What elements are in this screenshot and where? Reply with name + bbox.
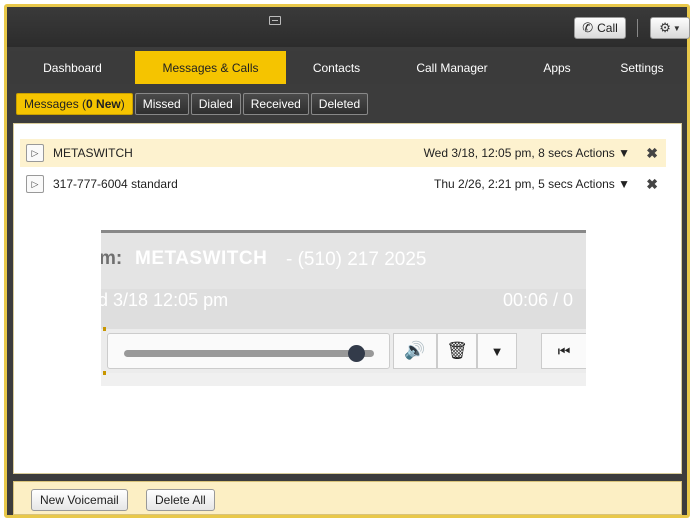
delete-icon[interactable]: ✖ bbox=[646, 176, 658, 193]
main-nav: Dashboard Messages & Calls Contacts Call… bbox=[10, 51, 687, 84]
gear-icon: ⚙ bbox=[659, 20, 671, 35]
footer-bar: New Voicemail Delete All bbox=[13, 481, 682, 515]
call-button[interactable]: ✆ Call bbox=[574, 17, 626, 39]
scrubber[interactable] bbox=[107, 333, 390, 369]
toolbar-divider bbox=[637, 19, 638, 37]
chevron-down-icon: ▼ bbox=[672, 23, 681, 33]
nav-settings[interactable]: Settings bbox=[597, 51, 687, 84]
message-date: Thu 2/26, 2:21 pm, 5 secs bbox=[434, 177, 573, 191]
nav-messages-calls[interactable]: Messages & Calls bbox=[135, 51, 286, 84]
nav-dashboard[interactable]: Dashboard bbox=[10, 51, 135, 84]
scrub-track[interactable] bbox=[124, 350, 374, 357]
list-item[interactable]: ▷ 317-777-6004 standard Thu 2/26, 2:21 p… bbox=[20, 170, 666, 198]
call-button-label: Call bbox=[597, 21, 618, 35]
scrub-handle[interactable] bbox=[348, 345, 365, 362]
trash-icon: 🗑 bbox=[446, 341, 468, 360]
actions-menu[interactable]: Actions ▼ bbox=[575, 177, 630, 191]
playback-time: 00:06 / 0 bbox=[503, 290, 574, 310]
delete-icon[interactable]: ✖ bbox=[646, 145, 658, 162]
volume-icon: 🔊 bbox=[404, 341, 426, 360]
tab-dialed[interactable]: Dialed bbox=[190, 93, 241, 115]
message-caller: METASWITCH bbox=[53, 146, 133, 160]
tab-received[interactable]: Received bbox=[242, 93, 309, 115]
caret-down-icon: ▼ bbox=[490, 343, 504, 359]
nav-call-manager[interactable]: Call Manager bbox=[387, 51, 517, 84]
window-icon bbox=[269, 16, 281, 25]
app-window: ✆ Call ⚙ ▼ Dashboard Messages & Calls Con… bbox=[4, 4, 690, 518]
delete-voicemail-button[interactable]: 🗑 bbox=[437, 333, 477, 369]
tab-messages-prefix: Messages ( bbox=[24, 97, 87, 111]
message-list-panel: ▷ METASWITCH Wed 3/18, 12:05 pm, 8 secs … bbox=[13, 123, 682, 474]
voicemail-date: d 3/18 12:05 pm bbox=[101, 290, 229, 310]
title-bar: ✆ Call ⚙ ▼ bbox=[7, 7, 690, 47]
tab-messages-suffix: ) bbox=[120, 97, 125, 111]
message-meta: Thu 2/26, 2:21 pm, 5 secs Actions ▼ bbox=[434, 177, 630, 191]
from-name: METASWITCH bbox=[135, 248, 268, 269]
from-label: m: bbox=[101, 248, 123, 269]
delete-all-button[interactable]: Delete All bbox=[146, 489, 215, 511]
skip-back-button[interactable]: ⏮ bbox=[541, 333, 586, 369]
message-date: Wed 3/18, 12:05 pm, 8 secs bbox=[423, 146, 573, 160]
skip-back-icon: ⏮ bbox=[557, 342, 571, 359]
marker-top bbox=[103, 327, 106, 331]
voicemail-player: m: METASWITCH - (510) 217 2025 d 3/18 12… bbox=[101, 230, 586, 386]
play-icon[interactable]: ▷ bbox=[26, 175, 44, 193]
tab-deleted[interactable]: Deleted bbox=[310, 93, 369, 115]
new-voicemail-button[interactable]: New Voicemail bbox=[31, 489, 128, 511]
message-caller: 317-777-6004 standard bbox=[53, 177, 178, 191]
actions-menu[interactable]: Actions ▼ bbox=[575, 146, 630, 160]
play-icon[interactable]: ▷ bbox=[26, 144, 44, 162]
tab-messages-count: 0 New bbox=[86, 97, 121, 111]
from-number: - (510) 217 2025 bbox=[286, 249, 427, 270]
marker-bottom bbox=[103, 371, 106, 375]
message-filter-tabs: Messages (0 New) Missed Dialed Received … bbox=[16, 93, 369, 115]
volume-button[interactable]: 🔊 bbox=[393, 333, 437, 369]
nav-apps[interactable]: Apps bbox=[517, 51, 597, 84]
tab-missed[interactable]: Missed bbox=[134, 93, 189, 115]
settings-menu-button[interactable]: ⚙ ▼ bbox=[650, 17, 690, 39]
more-button[interactable]: ▼ bbox=[477, 333, 517, 369]
phone-icon: ✆ bbox=[582, 20, 594, 35]
tab-messages[interactable]: Messages (0 New) bbox=[16, 93, 133, 115]
list-item[interactable]: ▷ METASWITCH Wed 3/18, 12:05 pm, 8 secs … bbox=[20, 139, 666, 167]
nav-contacts[interactable]: Contacts bbox=[286, 51, 387, 84]
message-meta: Wed 3/18, 12:05 pm, 8 secs Actions ▼ bbox=[424, 146, 630, 160]
